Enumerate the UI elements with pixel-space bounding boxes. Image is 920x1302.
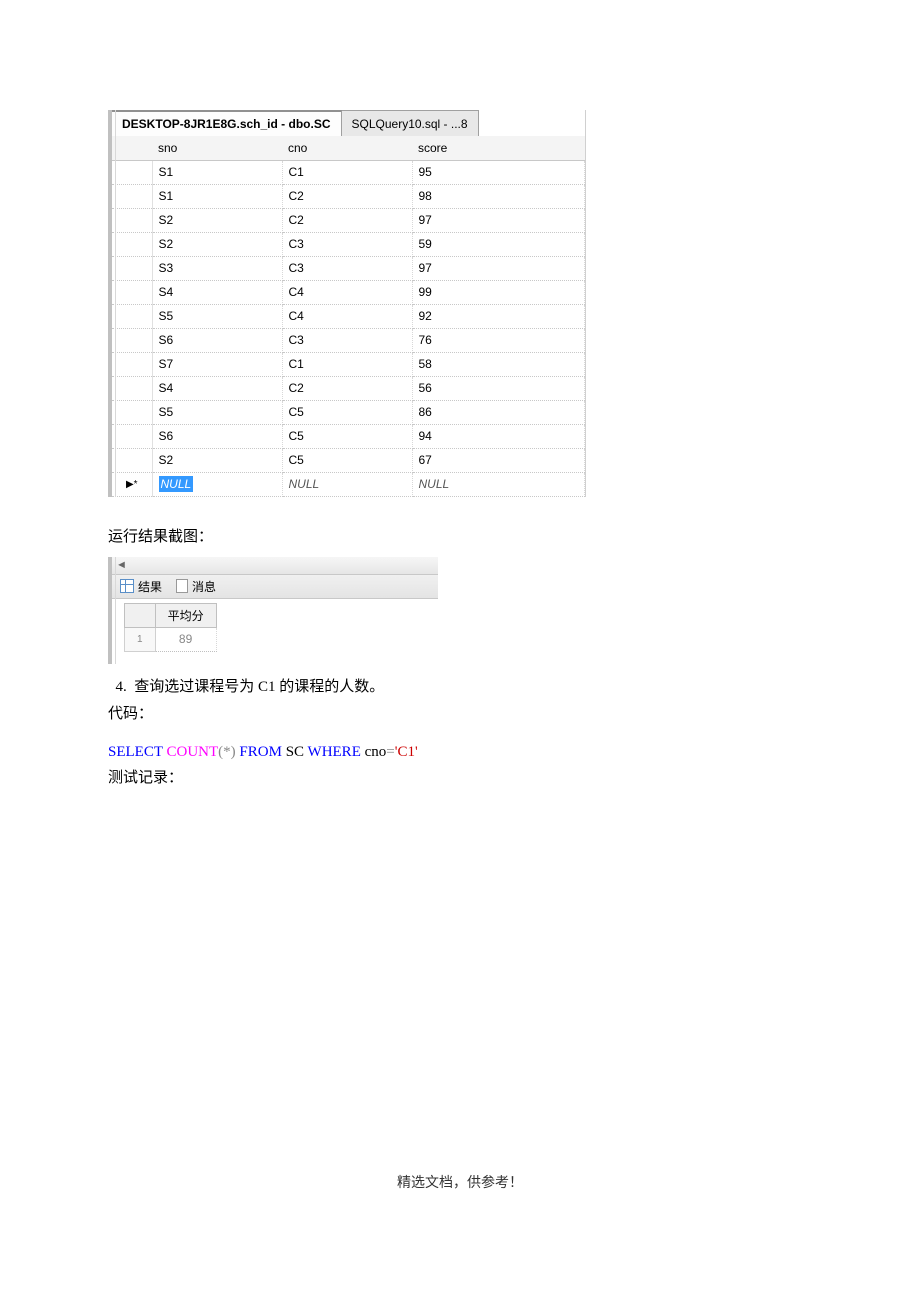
messages-tab-label: 消息 <box>192 578 216 595</box>
test-label: 测试记录： <box>108 765 812 792</box>
tab-table[interactable]: DESKTOP-8JR1E8G.sch_id - dbo.SC <box>112 110 342 136</box>
horizontal-scrollbar[interactable]: ◄ <box>112 557 438 575</box>
messages-tab[interactable]: 消息 <box>176 578 216 595</box>
table-row[interactable]: S7C158 <box>112 352 585 376</box>
tab-query[interactable]: SQLQuery10.sql - ...8 <box>342 110 479 136</box>
chevron-left-icon[interactable]: ◄ <box>116 559 127 571</box>
table-row[interactable]: S6C376 <box>112 328 585 352</box>
star: * <box>223 744 231 760</box>
result-corner <box>125 603 156 627</box>
paren-close: ) <box>231 744 236 760</box>
table-row[interactable]: S5C586 <box>112 400 585 424</box>
result-tabs: 结果 消息 <box>112 575 438 599</box>
table-row[interactable]: S4C499 <box>112 280 585 304</box>
table-row[interactable]: S1C195 <box>112 160 585 184</box>
table-row[interactable]: S2C297 <box>112 208 585 232</box>
results-tab[interactable]: 结果 <box>120 578 162 595</box>
table-row[interactable]: S2C567 <box>112 448 585 472</box>
screenshot-label: 运行结果截图： <box>108 525 812 549</box>
editor-tabs: DESKTOP-8JR1E8G.sch_id - dbo.SC SQLQuery… <box>112 110 585 136</box>
question-4: 4. 查询选过课程号为 C1 的课程的人数。 <box>108 674 812 701</box>
result-value[interactable]: 89 <box>155 627 216 651</box>
literal-c1: 'C1' <box>395 744 418 760</box>
code-label: 代码： <box>108 701 812 728</box>
table-row[interactable]: S3C397 <box>112 256 585 280</box>
eq: = <box>386 744 394 760</box>
sc-table: sno cno score S1C195S1C298S2C297S2C359S3… <box>112 136 585 497</box>
grid-icon <box>120 579 134 593</box>
col-score[interactable]: score <box>412 136 585 160</box>
kw-where: WHERE <box>308 744 361 760</box>
new-row[interactable]: ▶*NULLNULLNULL <box>112 472 585 496</box>
row-selector-header <box>112 136 152 160</box>
page-footer: 精选文档，供参考！ <box>108 1172 812 1192</box>
result-grid: 平均分 1 89 <box>112 599 438 664</box>
tbl-sc: SC <box>286 744 304 760</box>
table-row[interactable]: S1C298 <box>112 184 585 208</box>
sql-code: SELECT COUNT(*) FROM SC WHERE cno='C1' <box>108 744 812 761</box>
kw-select: SELECT <box>108 744 163 760</box>
table-row[interactable]: S4C256 <box>112 376 585 400</box>
col-cno[interactable]: cno <box>282 136 412 160</box>
table-row[interactable]: S6C594 <box>112 424 585 448</box>
question-number: 4. <box>116 679 127 695</box>
document-icon <box>176 579 188 593</box>
results-tab-label: 结果 <box>138 578 162 595</box>
col-cno-ref: cno <box>365 744 387 760</box>
kw-count: COUNT <box>166 744 218 760</box>
result-rownum[interactable]: 1 <box>125 627 156 651</box>
result-col-avg[interactable]: 平均分 <box>155 603 216 627</box>
table-row[interactable]: S2C359 <box>112 232 585 256</box>
col-sno[interactable]: sno <box>152 136 282 160</box>
data-table-panel: DESKTOP-8JR1E8G.sch_id - dbo.SC SQLQuery… <box>108 110 586 497</box>
question-text: 查询选过课程号为 C1 的课程的人数。 <box>134 679 384 695</box>
results-panel: ◄ 结果 消息 平均分 1 89 <box>108 557 438 664</box>
kw-from: FROM <box>239 744 282 760</box>
table-row[interactable]: S5C492 <box>112 304 585 328</box>
